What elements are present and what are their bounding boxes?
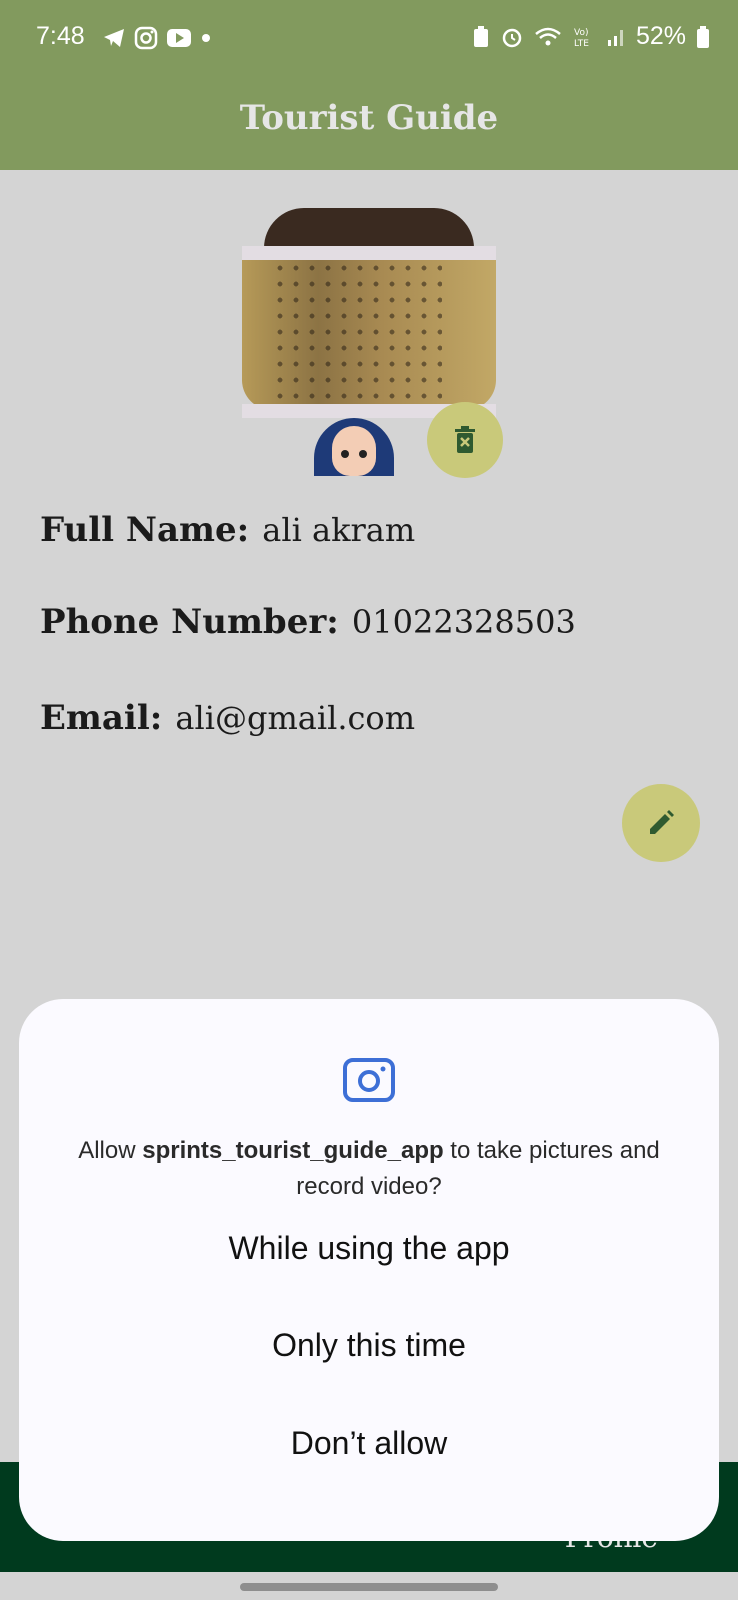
phone-number-field: Phone Number: 01022328503	[40, 602, 576, 642]
app-bar: Tourist Guide	[0, 80, 738, 170]
battery-icon	[697, 25, 709, 48]
message-prefix: Allow	[78, 1137, 143, 1164]
permission-dialog: Allow sprints_tourist_guide_app to take …	[19, 999, 719, 1541]
status-time: 7:48	[36, 22, 85, 50]
trash-icon	[455, 426, 475, 453]
full-name-label: Full Name:	[40, 510, 250, 550]
signal-icon	[607, 29, 623, 46]
battery-percent: 52%	[635, 22, 686, 50]
camera-icon	[343, 1058, 395, 1102]
email-value: ali@gmail.com	[175, 699, 416, 737]
only-this-time-button[interactable]: Only this time	[19, 1305, 719, 1385]
phone-number-value: 01022328503	[351, 603, 576, 641]
avatar	[314, 418, 394, 476]
avatar-eye	[359, 450, 367, 458]
permission-message: Allow sprints_tourist_guide_app to take …	[59, 1133, 679, 1205]
battery-saver-icon	[473, 25, 488, 47]
volte-icon: Vo)LTE	[574, 28, 589, 49]
leopard-pattern	[272, 260, 442, 410]
instagram-icon	[134, 26, 158, 50]
alarm-icon	[502, 28, 522, 47]
system-status: Vo) LTE 52%	[472, 22, 710, 51]
profile-photo[interactable]	[242, 208, 496, 418]
telegram-icon	[104, 29, 124, 47]
email-label: Email:	[40, 698, 163, 738]
avatar-eye	[341, 450, 349, 458]
wifi-icon	[535, 27, 561, 45]
wildlife-photo	[242, 260, 496, 410]
page-title: Tourist Guide	[239, 98, 499, 138]
phone-number-label: Phone Number:	[40, 602, 339, 642]
home-indicator[interactable]	[240, 1583, 498, 1591]
photo-top-region	[264, 208, 474, 248]
svg-text:LTE: LTE	[574, 39, 589, 49]
while-using-app-button[interactable]: While using the app	[19, 1208, 719, 1288]
email-field: Email: ali@gmail.com	[40, 698, 415, 738]
delete-photo-button[interactable]	[427, 402, 503, 478]
youtube-icon	[167, 29, 191, 47]
app-name: sprints_tourist_guide_app	[142, 1137, 444, 1164]
dont-allow-button[interactable]: Don’t allow	[19, 1403, 719, 1483]
full-name-value: ali akram	[262, 511, 416, 549]
avatar-face	[332, 426, 376, 476]
full-name-field: Full Name: ali akram	[40, 510, 415, 550]
edit-profile-button[interactable]	[622, 784, 700, 862]
notification-icons	[102, 26, 212, 50]
dot-icon	[202, 34, 210, 42]
status-bar: 7:48 Vo) LTE 52%	[0, 0, 738, 80]
svg-text:Vo): Vo)	[574, 28, 588, 38]
pencil-icon	[650, 810, 674, 834]
